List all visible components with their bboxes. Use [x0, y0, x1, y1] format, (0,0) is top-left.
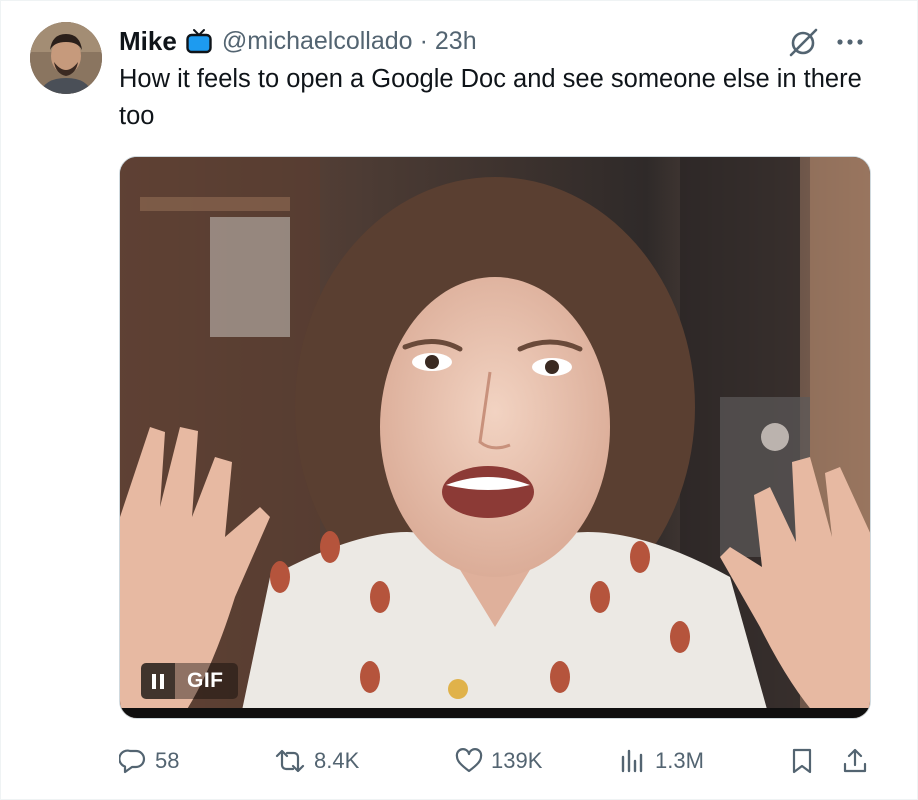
user-handle[interactable]: @michaelcollado — [222, 27, 413, 56]
reply-button[interactable]: 58 — [119, 741, 179, 781]
views-icon — [621, 749, 643, 773]
timestamp[interactable]: 23h — [435, 27, 477, 56]
retweet-icon — [275, 749, 305, 773]
like-button[interactable]: 139K — [455, 741, 542, 781]
bookmark-button[interactable] — [789, 741, 815, 781]
retweet-button[interactable]: 8.4K — [274, 741, 359, 781]
gif-media[interactable] — [119, 156, 871, 719]
pause-icon[interactable] — [141, 663, 175, 699]
heart-icon — [455, 748, 483, 773]
views-count: 1.3M — [655, 748, 704, 773]
more-options-icon[interactable] — [835, 31, 865, 53]
display-name[interactable]: Mike — [119, 26, 177, 57]
retweet-count: 8.4K — [314, 748, 360, 773]
tweet-header: Mike @michaelcollado · 23h — [119, 24, 477, 58]
grok-icon[interactable] — [787, 25, 821, 59]
bookmark-icon — [792, 748, 812, 774]
views-button[interactable]: 1.3M — [619, 741, 704, 781]
tweet-text: How it feels to open a Google Doc and se… — [119, 65, 862, 130]
share-icon — [843, 748, 867, 773]
action-bar: 58 8.4K 139K 1.3M — [119, 741, 879, 781]
reply-icon — [119, 749, 146, 774]
like-count: 139K — [491, 748, 543, 773]
separator-dot: · — [419, 26, 428, 55]
gif-label: GIF — [175, 663, 238, 699]
gif-badge[interactable]: GIF — [141, 663, 238, 699]
avatar[interactable] — [30, 22, 102, 94]
tv-icon — [186, 28, 212, 54]
tweet-card[interactable]: Mike @michaelcollado · 23h How it feels … — [0, 0, 918, 800]
share-button[interactable] — [841, 741, 869, 781]
media-progress-bar — [120, 708, 870, 718]
reply-count: 58 — [155, 748, 180, 773]
